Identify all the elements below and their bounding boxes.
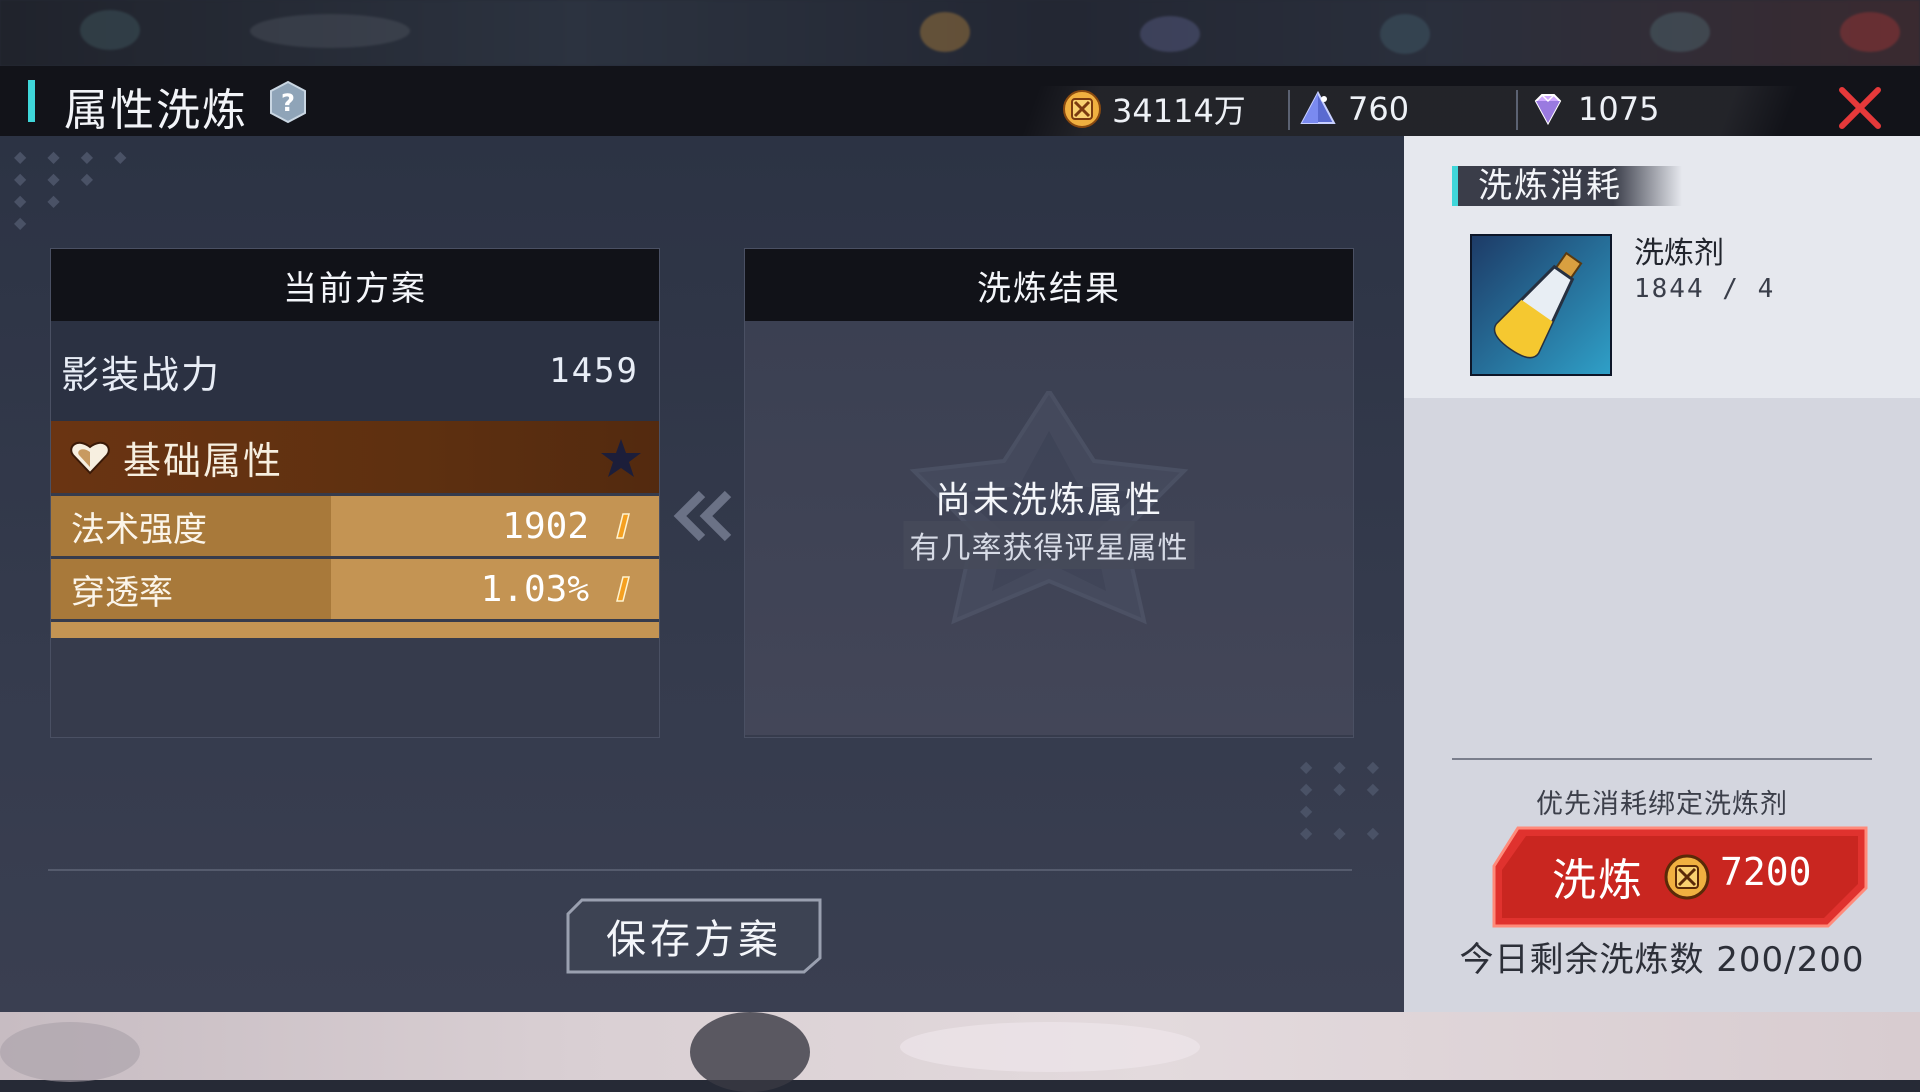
star-icon [601,439,641,477]
gold-value: 34114万 [1112,92,1246,130]
resource-diamond: 1075 [1528,84,1659,134]
power-value: 1459 [549,351,639,391]
refine-cost: 7200 [1720,850,1812,894]
title-bar: 属性洗炼 ? 34114万 760 1075 [0,66,1920,136]
refine-result-body: 尚未洗炼属性 有几率获得评星属性 [745,321,1353,735]
potion-bottle-icon [1470,234,1612,376]
refine-result-panel: 洗炼结果 尚未洗炼属性 有几率获得评星属性 [744,248,1354,738]
item-count: 1844 / 4 [1634,274,1776,304]
close-button[interactable] [1836,84,1884,132]
heart-icon [70,441,110,475]
attribute-name: 穿透率 [51,559,331,619]
main-area: ◆ ◆ ◆ ◆ ◆ ◆ ◆ ◆ ◆ ◆ ◆ ◆ ◆ ◆ ◆ ◆ ◆ ◆ ◆ ◆ 当前方案 … [0,136,1404,1012]
svg-text:?: ? [281,89,295,117]
decorative-pattern: ◆ ◆ ◆ ◆ ◆ ◆ ◆ ◆ ◆ ◆ [1300,757,1388,842]
save-plan-button[interactable]: 保存方案 [566,898,822,974]
power-row: 影装战力 1459 [51,321,659,421]
resource-separator [1516,90,1518,130]
page-title: 属性洗炼 [64,85,248,136]
crystal-pyramid-icon [1300,90,1336,124]
current-plan-title: 当前方案 [51,249,659,321]
divider-line [1452,758,1872,760]
attribute-row: 法术强度 1902 [51,496,659,556]
crystal-value: 760 [1348,90,1410,128]
save-plan-label: 保存方案 [606,917,782,963]
power-label: 影装战力 [61,352,222,397]
attribute-value: 1.03% [331,559,659,619]
double-chevron-left-icon [673,490,732,542]
attribute-row: 穿透率 1.03% [51,559,659,619]
cost-section-title: 洗炼消耗 [1478,166,1622,206]
section-accent-bar [1452,166,1458,206]
divider-line [48,869,1352,871]
resource-crystal: 760 [1298,84,1409,134]
attribute-value: 1902 [331,496,659,556]
refine-agent-item[interactable] [1470,234,1612,376]
attribute-footer [51,622,659,638]
refine-result-title: 洗炼结果 [745,249,1353,321]
help-icon[interactable]: ? [268,80,308,124]
diamond-value: 1075 [1578,90,1660,128]
lock-slash-icon[interactable] [615,575,631,603]
background-bottom-strip [0,1012,1920,1092]
gold-coin-icon [1063,90,1101,128]
background-top-strip [0,0,1920,66]
current-plan-panel: 当前方案 影装战力 1459 基础属性 法术强度 1902 穿透率 1.03% [50,248,660,738]
decorative-pattern: ◆ ◆ ◆ ◆ ◆ ◆ ◆ ◆ ◆ ◆ [14,147,135,232]
close-icon [1839,87,1881,129]
refine-button-label: 洗炼 [1552,855,1644,906]
gold-coin-icon [1664,854,1710,900]
resource-gold: 34114万 [1062,84,1246,134]
title-accent-bar [28,80,35,122]
base-attribute-label: 基础属性 [123,438,284,483]
resource-separator [1288,90,1290,130]
cost-section-header: 洗炼消耗 [1452,166,1682,206]
base-attribute-header: 基础属性 [51,421,659,493]
priority-note: 优先消耗绑定洗炼剂 [1536,789,1788,820]
refine-button[interactable]: 洗炼 7200 [1492,826,1868,928]
empty-result-text: 尚未洗炼属性 [934,480,1163,521]
refine-hint-text: 有几率获得评星属性 [903,521,1195,569]
remaining-refines: 今日剩余洗炼数 200/200 [1459,940,1865,980]
lock-slash-icon[interactable] [615,512,631,540]
diamond-icon [1534,94,1562,126]
item-name: 洗炼剂 [1634,236,1724,271]
cost-panel: 洗炼消耗 洗炼剂 1844 / 4 优先消耗绑定洗炼剂 洗炼 7200 今日剩余… [1404,136,1920,1012]
attribute-name: 法术强度 [51,496,331,556]
